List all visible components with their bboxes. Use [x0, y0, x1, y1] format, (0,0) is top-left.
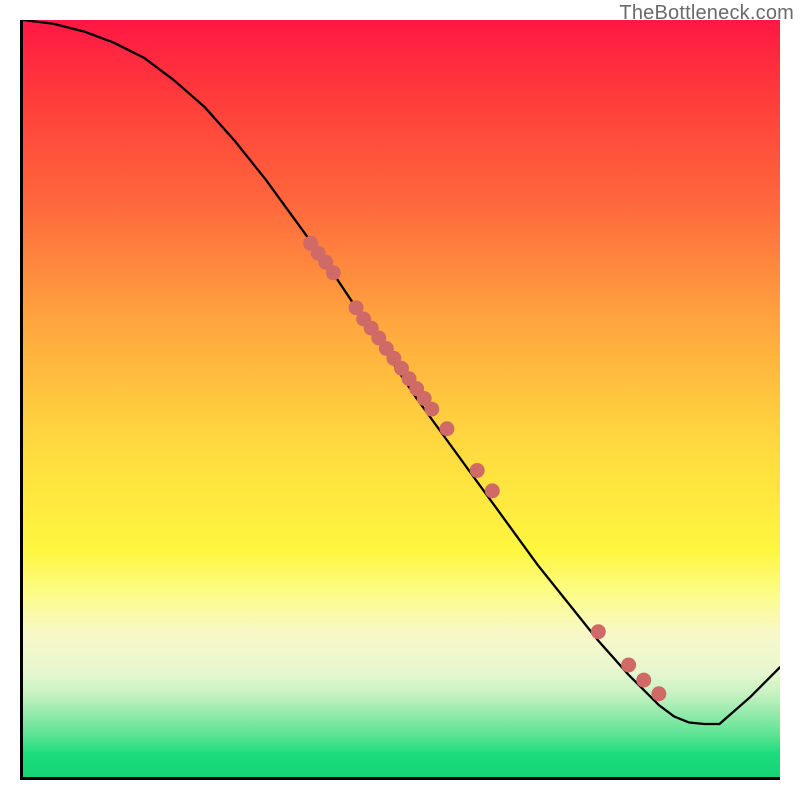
marker-group: [303, 236, 666, 701]
marker-dot: [651, 686, 666, 701]
marker-dot: [591, 624, 606, 639]
marker-dot: [485, 483, 500, 498]
marker-dot: [424, 402, 439, 417]
marker-dot: [326, 265, 341, 280]
chart-svg: [23, 20, 780, 777]
plot-area: [20, 20, 780, 780]
marker-dot: [439, 421, 454, 436]
marker-dot: [621, 657, 636, 672]
chart-stage: TheBottleneck.com: [0, 0, 800, 800]
marker-dot: [636, 673, 651, 688]
marker-dot: [470, 463, 485, 478]
